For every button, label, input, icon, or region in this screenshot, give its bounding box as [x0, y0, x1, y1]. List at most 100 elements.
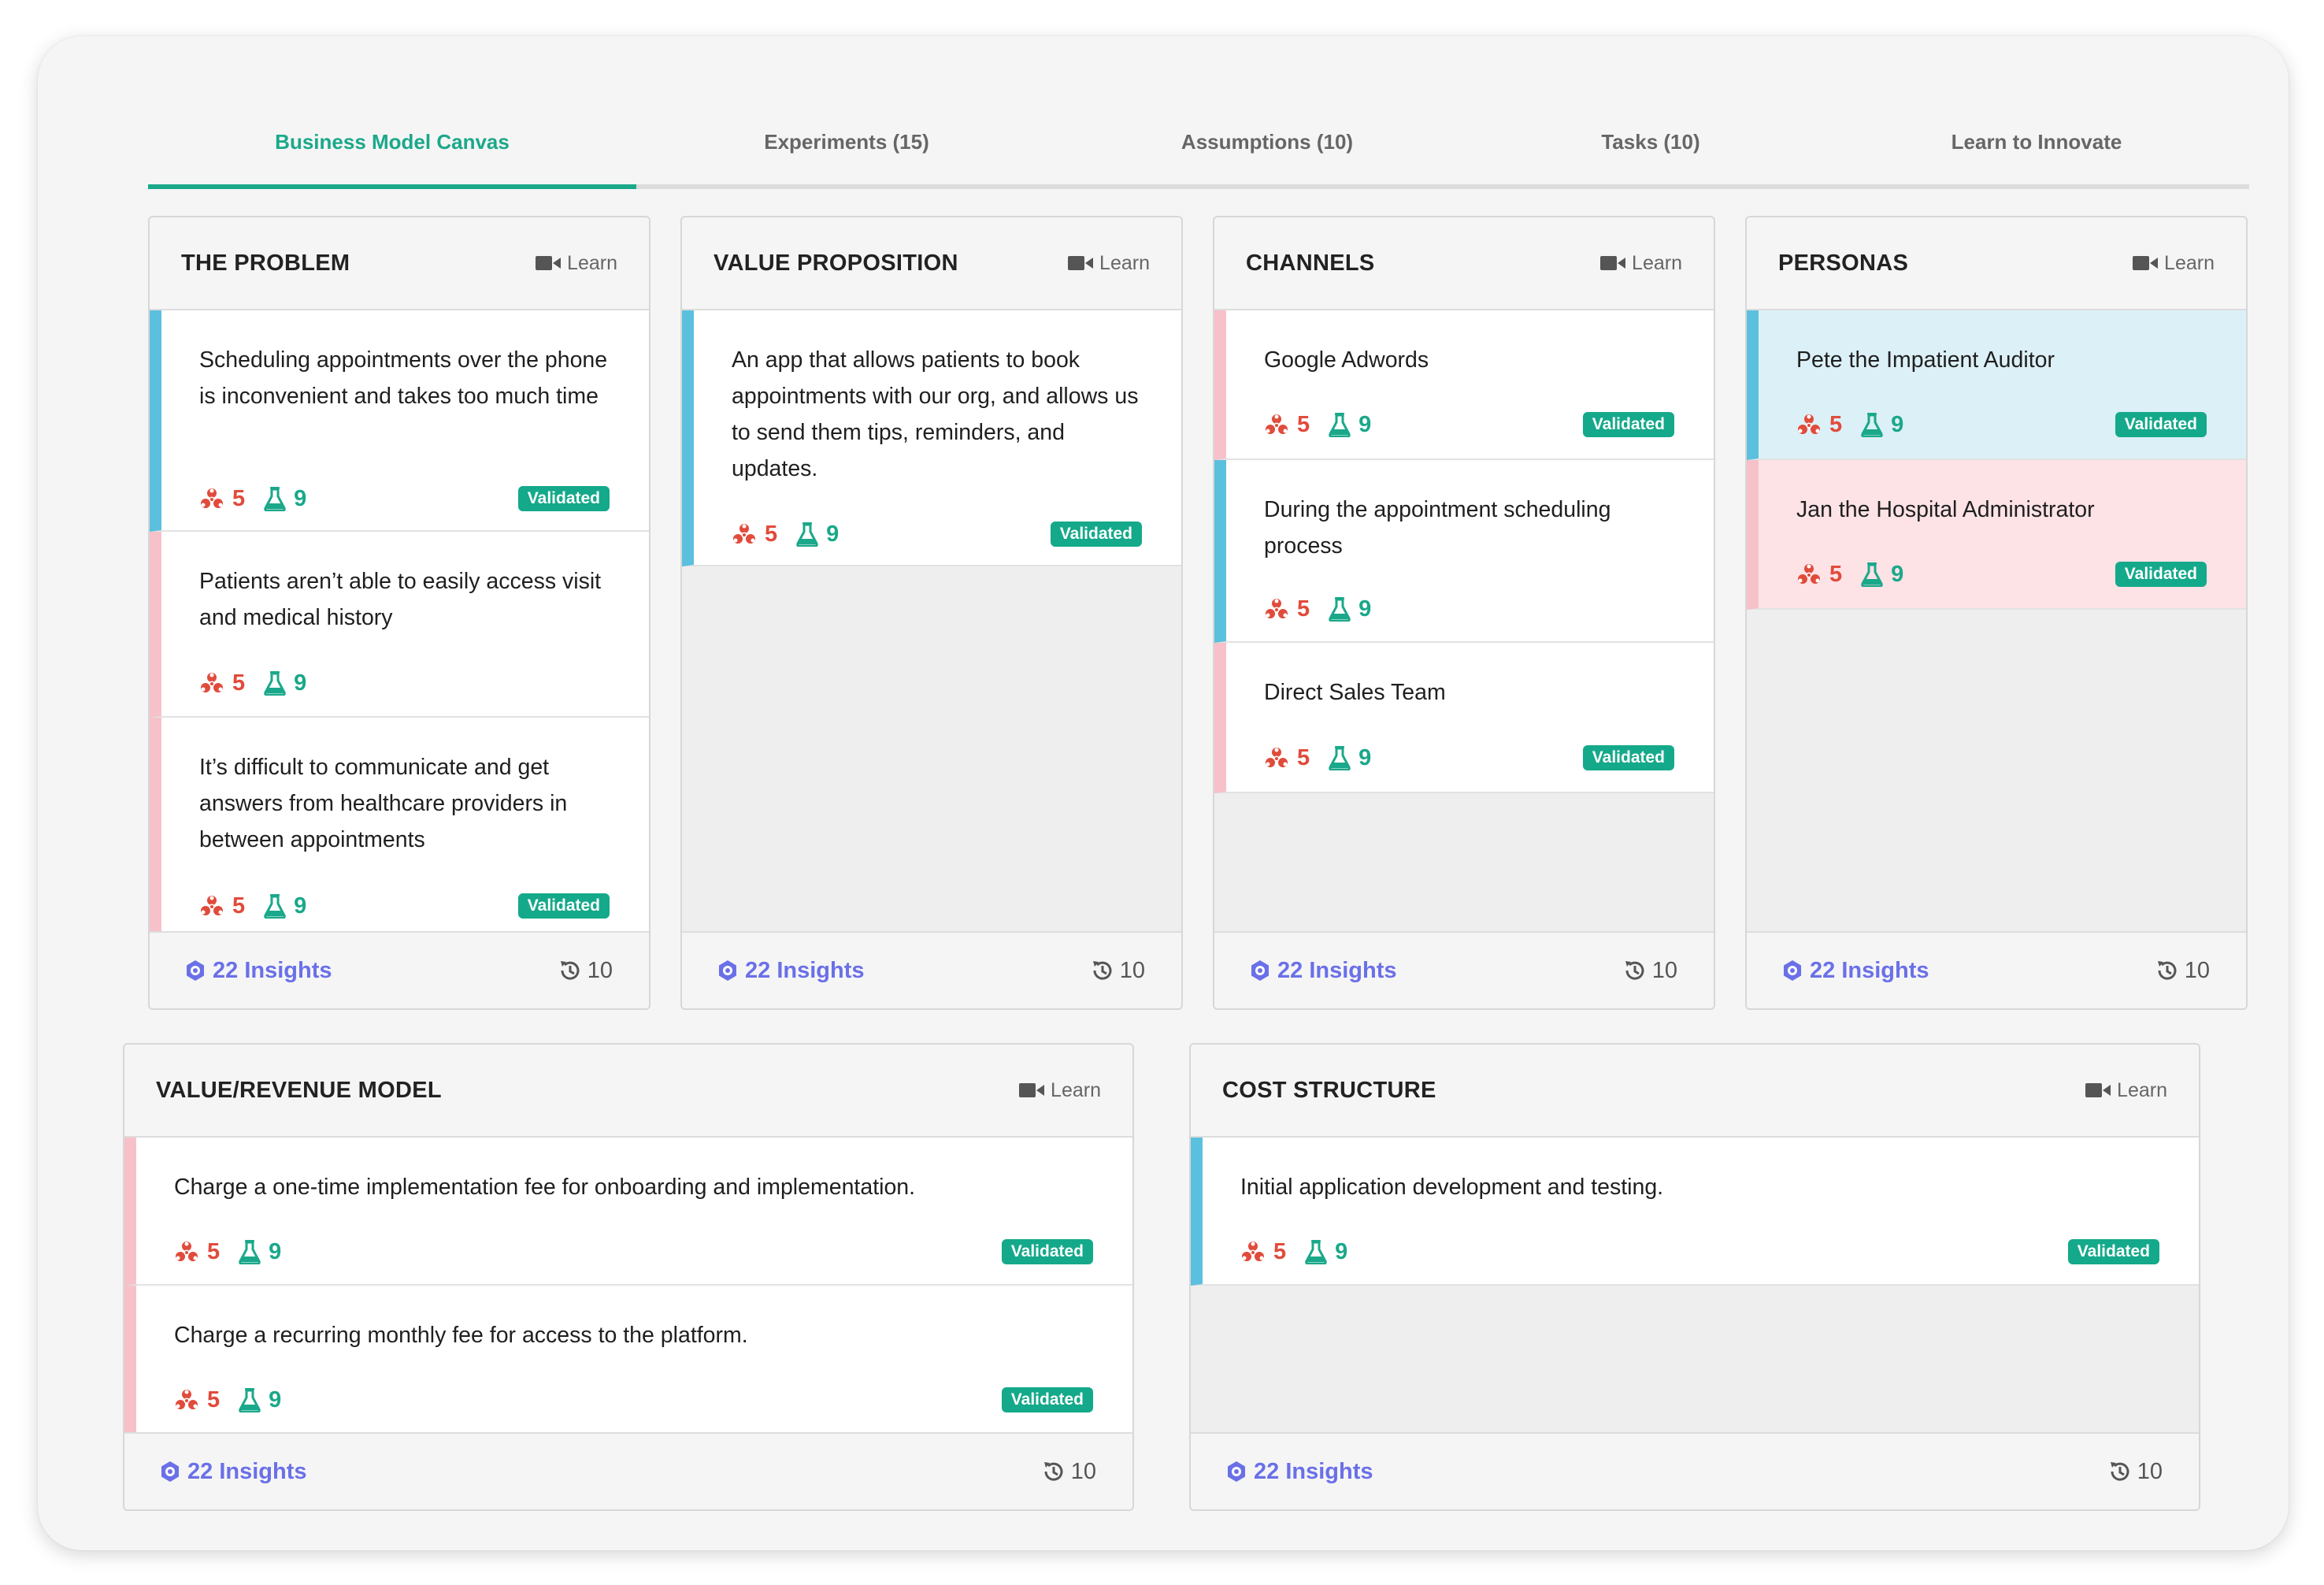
biohazard-icon — [1796, 412, 1822, 437]
card-text: Google Adwords — [1264, 347, 1429, 373]
learn-link[interactable]: Learn — [1019, 1045, 1101, 1136]
experiment-count: 9 — [1891, 561, 1904, 587]
card-text: It’s difficult to communicate and get an… — [199, 755, 568, 852]
history-link[interactable]: 10 — [1041, 1434, 1096, 1509]
card-text: Initial application development and test… — [1240, 1175, 1664, 1200]
experiment-count: 9 — [1358, 411, 1372, 437]
card-meta: 5 9 — [1240, 1238, 1347, 1265]
learn-link[interactable]: Learn — [2133, 217, 2215, 309]
panel-header: CHANNELS Learn — [1214, 217, 1714, 310]
flask-icon — [1861, 412, 1883, 437]
experiment-count: 9 — [294, 485, 307, 511]
card-text: Pete the Impatient Auditor — [1796, 347, 2055, 373]
panel-title: VALUE PROPOSITION — [714, 251, 958, 276]
card-meta: 5 9 — [1264, 744, 1371, 771]
insights-label: 22 Insights — [213, 957, 332, 983]
card-item[interactable]: It’s difficult to communicate and get an… — [150, 718, 649, 937]
history-link[interactable]: 10 — [558, 933, 613, 1008]
learn-label: Learn — [1051, 1078, 1101, 1101]
insights-link[interactable]: 22 Insights — [717, 933, 865, 1008]
insights-link[interactable]: 22 Insights — [1781, 933, 1929, 1008]
learn-link[interactable]: Learn — [1600, 217, 1682, 309]
experiment-count: 9 — [294, 893, 307, 919]
card-list: Initial application development and test… — [1191, 1138, 2199, 1286]
card-item[interactable]: An app that allows patients to book appo… — [682, 310, 1181, 566]
gear-icon — [1781, 960, 1803, 982]
experiment-count: 9 — [269, 1238, 282, 1264]
panel-value-proposition: VALUE PROPOSITION Learn An app that allo… — [680, 216, 1183, 1010]
panel-title: PERSONAS — [1778, 251, 1909, 276]
insights-label: 22 Insights — [1810, 957, 1929, 983]
experiment-count: 9 — [1358, 596, 1372, 622]
panel-header: VALUE PROPOSITION Learn — [682, 217, 1181, 310]
card-item[interactable]: Scheduling appointments over the phone i… — [150, 310, 649, 532]
insights-link[interactable]: 22 Insights — [1249, 933, 1397, 1008]
insights-label: 22 Insights — [1254, 1458, 1373, 1484]
risk-count: 5 — [765, 521, 778, 547]
card-text: Charge a recurring monthly fee for acces… — [174, 1323, 748, 1348]
panel-value-revenue-model: VALUE/REVENUE MODEL Learn Charge a one-t… — [123, 1043, 1134, 1511]
card-list: Pete the Impatient Auditor 5 9 Validated… — [1747, 310, 2246, 610]
validated-badge: Validated — [1582, 412, 1674, 437]
panel-footer: 22 Insights 10 — [124, 1432, 1132, 1509]
learn-link[interactable]: Learn — [2085, 1045, 2167, 1136]
flask-icon — [264, 893, 286, 919]
card-list: Google Adwords 5 9 Validated During the … — [1214, 310, 1714, 793]
learn-label: Learn — [1099, 251, 1150, 274]
experiment-count: 9 — [269, 1386, 282, 1412]
panel-footer: 22 Insights 10 — [682, 931, 1181, 1008]
biohazard-icon — [1796, 562, 1822, 587]
card-text: During the appointment scheduling proces… — [1264, 497, 1611, 559]
card-item[interactable]: Google Adwords 5 9 Validated — [1214, 310, 1714, 460]
tab-assumptions[interactable]: Assumptions (10) — [1057, 99, 1477, 184]
insights-link[interactable]: 22 Insights — [1225, 1434, 1373, 1509]
card-item[interactable]: Jan the Hospital Administrator 5 9 Valid… — [1747, 460, 2246, 610]
tab-tasks[interactable]: Tasks (10) — [1477, 99, 1824, 184]
card-item[interactable]: Pete the Impatient Auditor 5 9 Validated — [1747, 310, 2246, 460]
insights-label: 22 Insights — [745, 957, 865, 983]
experiment-count: 9 — [1335, 1238, 1348, 1264]
validated-badge: Validated — [2067, 1239, 2159, 1264]
history-count: 10 — [2137, 1458, 2163, 1484]
history-link[interactable]: 10 — [2107, 1434, 2163, 1509]
history-count: 10 — [1119, 957, 1145, 983]
history-icon — [2107, 1459, 2133, 1484]
tab-learn-to-innovate[interactable]: Learn to Innovate — [1824, 99, 2249, 184]
card-text: An app that allows patients to book appo… — [732, 347, 1139, 481]
card-item[interactable]: Initial application development and test… — [1191, 1138, 2199, 1286]
card-item[interactable]: Charge a one-time implementation fee for… — [124, 1138, 1132, 1286]
card-meta: 5 9 — [1264, 411, 1371, 438]
tab-business-model-canvas[interactable]: Business Model Canvas — [148, 99, 636, 189]
card-item[interactable]: Charge a recurring monthly fee for acces… — [124, 1286, 1132, 1434]
learn-link[interactable]: Learn — [536, 217, 617, 309]
history-link[interactable]: 10 — [2155, 933, 2210, 1008]
panel-title: CHANNELS — [1246, 251, 1375, 276]
app-window: Business Model Canvas Experiments (15) A… — [38, 36, 2289, 1550]
card-meta: 5 9 — [1264, 596, 1371, 622]
risk-count: 5 — [1273, 1238, 1287, 1264]
card-list: Scheduling appointments over the phone i… — [150, 310, 649, 937]
video-camera-icon — [2085, 1082, 2111, 1098]
history-count: 10 — [587, 957, 613, 983]
card-text: Charge a one-time implementation fee for… — [174, 1175, 916, 1200]
insights-link[interactable]: 22 Insights — [159, 1434, 307, 1509]
learn-link[interactable]: Learn — [1068, 217, 1150, 309]
history-count: 10 — [2184, 957, 2210, 983]
history-link[interactable]: 10 — [1622, 933, 1677, 1008]
validated-badge: Validated — [517, 486, 610, 511]
insights-link[interactable]: 22 Insights — [184, 933, 332, 1008]
validated-badge: Validated — [517, 893, 610, 919]
card-item[interactable]: Direct Sales Team 5 9 Validated — [1214, 643, 1714, 793]
history-link[interactable]: 10 — [1090, 933, 1145, 1008]
card-item[interactable]: During the appointment scheduling proces… — [1214, 460, 1714, 643]
video-camera-icon — [1068, 255, 1093, 271]
panel-footer: 22 Insights 10 — [1747, 931, 2246, 1008]
biohazard-icon — [1264, 596, 1289, 622]
flask-icon — [1861, 562, 1883, 587]
tab-experiments[interactable]: Experiments (15) — [636, 99, 1057, 184]
experiment-count: 9 — [1358, 744, 1372, 770]
card-item[interactable]: Patients aren’t able to easily access vi… — [150, 532, 649, 718]
flask-icon — [1305, 1239, 1327, 1264]
learn-label: Learn — [2117, 1078, 2167, 1101]
history-icon — [1622, 958, 1648, 983]
